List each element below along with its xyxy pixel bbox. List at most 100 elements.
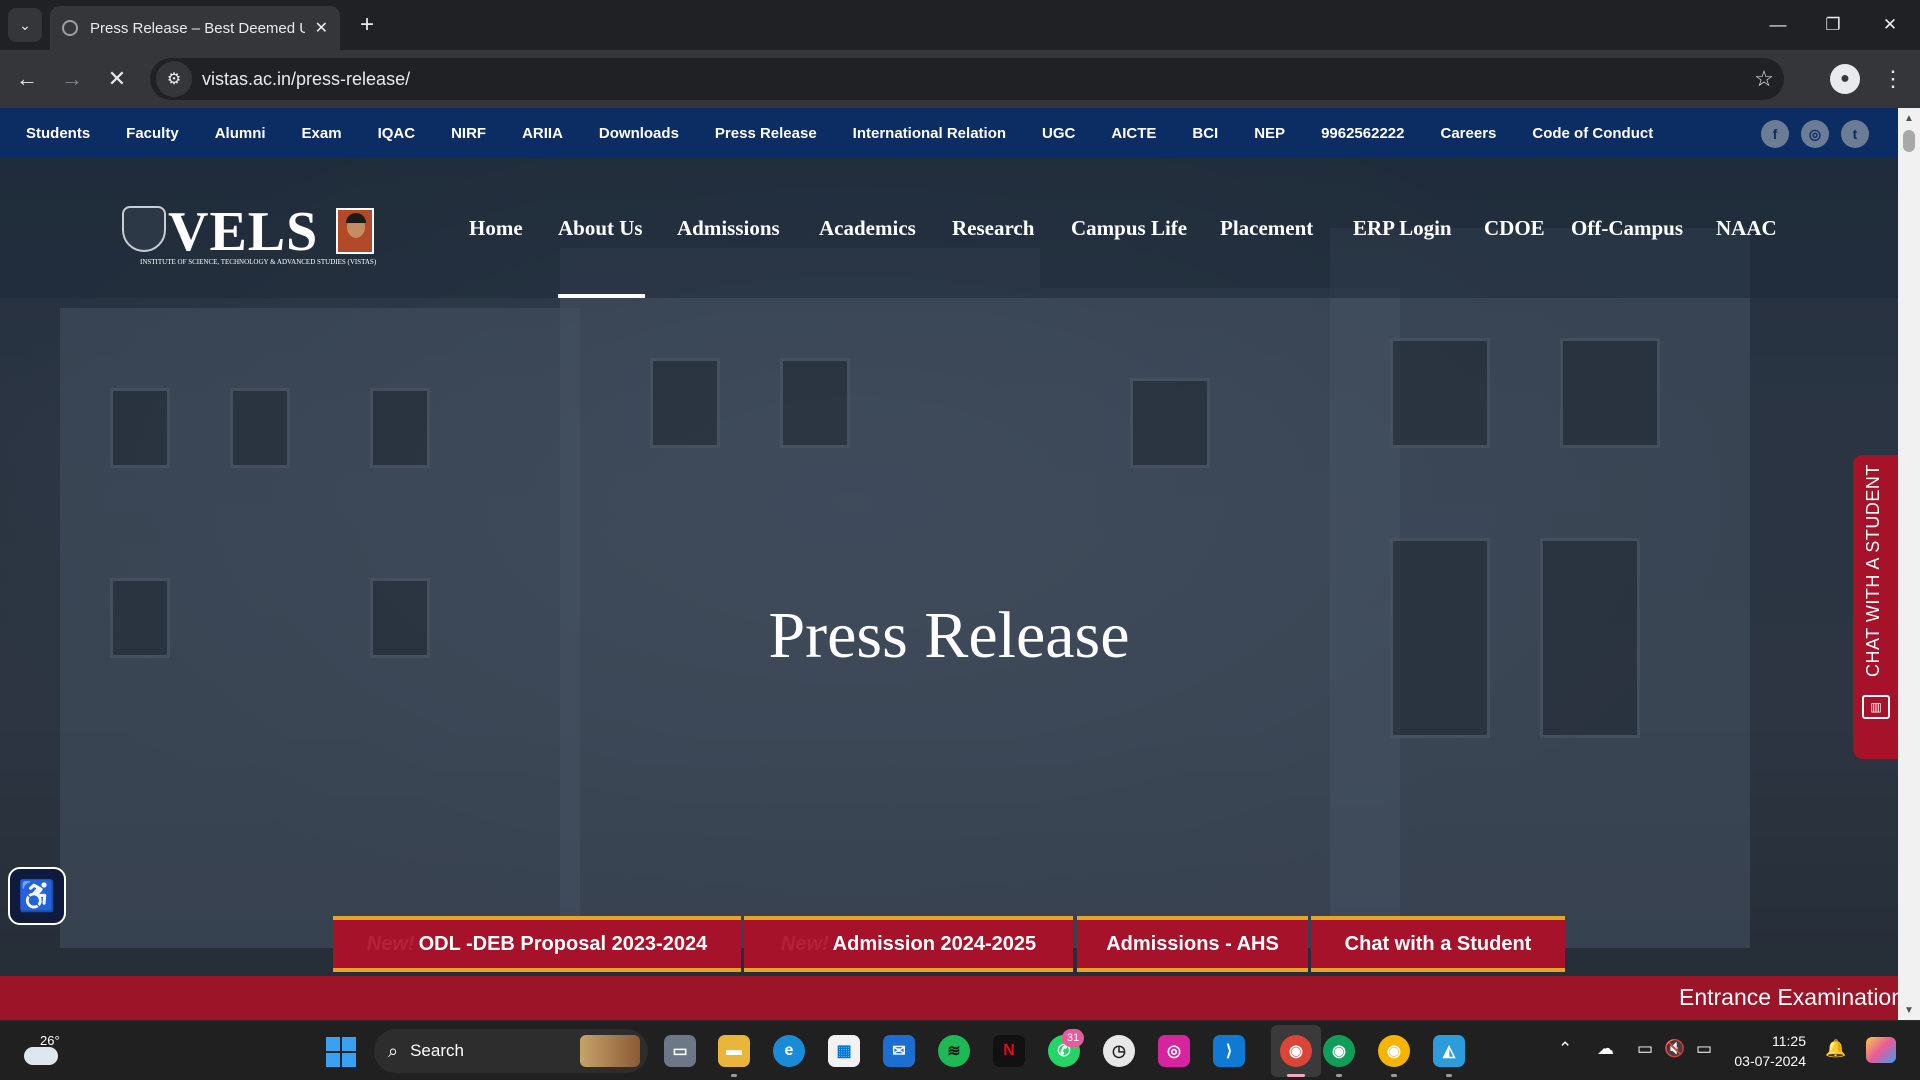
top-link-downloads[interactable]: Downloads xyxy=(599,125,679,142)
close-tab-icon[interactable]: ✕ xyxy=(315,18,328,38)
vscode-icon[interactable]: ⟩ xyxy=(1213,1035,1245,1067)
windows-start-icon[interactable] xyxy=(326,1037,356,1067)
clock-date: 03-07-2024 xyxy=(1734,1053,1806,1069)
page-scrollbar[interactable]: ▲ ▼ xyxy=(1898,108,1920,1020)
nav-off-campus[interactable]: Off-Campus xyxy=(1571,216,1683,241)
news-ticker: Entrance Examination xyxy=(0,976,1898,1020)
bookmark-star-icon[interactable]: ☆ xyxy=(1744,66,1784,92)
top-link-iqac[interactable]: IQAC xyxy=(378,125,416,142)
whatsapp-badge: 31 xyxy=(1062,1029,1084,1047)
chat-book-icon: ▥ xyxy=(1862,695,1890,719)
chevron-down-icon: ⌄ xyxy=(19,16,31,33)
chrome-profile-icon[interactable]: ◉ xyxy=(1323,1035,1355,1067)
task-view-icon[interactable]: ▭ xyxy=(664,1035,696,1067)
new-tab-button[interactable]: + xyxy=(352,10,382,40)
nav-placement[interactable]: Placement xyxy=(1220,216,1313,241)
url-text[interactable]: vistas.ac.in/press-release/ xyxy=(202,69,1744,90)
cta-label: Admission 2024-2025 xyxy=(832,932,1037,955)
scroll-up-icon[interactable]: ▲ xyxy=(1898,108,1920,128)
cta-label: Chat with a Student xyxy=(1344,932,1532,955)
copilot-icon[interactable] xyxy=(1866,1037,1896,1063)
netflix-icon[interactable]: N xyxy=(993,1035,1025,1067)
top-link-press-release[interactable]: Press Release xyxy=(715,125,817,142)
volume-muted-icon[interactable]: 🔇 xyxy=(1664,1039,1685,1059)
minimize-icon[interactable]: — xyxy=(1758,8,1798,42)
top-link-students[interactable]: Students xyxy=(26,125,90,142)
edge-icon[interactable]: e xyxy=(773,1035,805,1067)
scrollbar-thumb[interactable] xyxy=(1903,130,1915,152)
top-link-alumni[interactable]: Alumni xyxy=(215,125,266,142)
nav-about-us[interactable]: About Us xyxy=(558,216,643,241)
cta-odl-deb-proposal[interactable]: New! ODL -DEB Proposal 2023-2024 xyxy=(333,916,741,972)
top-link-nirf[interactable]: NIRF xyxy=(451,125,486,142)
forward-icon[interactable]: → xyxy=(55,62,89,96)
top-link-aicte[interactable]: AICTE xyxy=(1111,125,1156,142)
top-link-ariia[interactable]: ARIIA xyxy=(522,125,563,142)
twitter-icon[interactable]: t xyxy=(1841,120,1869,148)
browser-tab[interactable]: Press Release – Best Deemed U ✕ xyxy=(50,6,340,50)
spotify-icon[interactable]: ≋ xyxy=(938,1035,970,1067)
top-link-phone[interactable]: 9962562222 xyxy=(1321,125,1404,142)
utility-nav-bar: Students Faculty Alumni Exam IQAC NIRF A… xyxy=(0,108,1898,158)
chrome-icon[interactable]: ◉ xyxy=(1280,1035,1312,1067)
photos-icon[interactable]: ◭ xyxy=(1433,1035,1465,1067)
address-bar[interactable]: ⚙ vistas.ac.in/press-release/ ☆ xyxy=(150,58,1784,100)
cta-label: ODL -DEB Proposal 2023-2024 xyxy=(418,932,708,955)
top-link-ugc[interactable]: UGC xyxy=(1042,125,1075,142)
nav-research[interactable]: Research xyxy=(952,216,1034,241)
building-window xyxy=(110,388,170,468)
taskbar-search[interactable]: ⌕ Search xyxy=(374,1029,648,1073)
profile-icon[interactable]: ● xyxy=(1830,64,1860,94)
store-icon[interactable]: ▦ xyxy=(828,1035,860,1067)
weather-widget[interactable]: 26° xyxy=(24,1031,64,1071)
site-info-icon[interactable]: ⚙ xyxy=(156,61,192,97)
cta-admission-2024[interactable]: New! Admission 2024-2025 xyxy=(744,916,1073,972)
top-link-exam[interactable]: Exam xyxy=(302,125,342,142)
instagram-icon[interactable]: ◎ xyxy=(1158,1035,1190,1067)
top-link-bci[interactable]: BCI xyxy=(1192,125,1218,142)
vels-logo[interactable]: VELS INSTITUTE OF SCIENCE, TECHNOLOGY & … xyxy=(122,201,377,272)
nav-home[interactable]: Home xyxy=(469,216,523,241)
top-link-faculty[interactable]: Faculty xyxy=(126,125,179,142)
file-explorer-icon[interactable]: ▬ xyxy=(718,1035,750,1067)
ticker-text[interactable]: Entrance Examination xyxy=(1679,984,1898,1011)
system-clock[interactable]: 11:25 03-07-2024 xyxy=(1734,1031,1806,1071)
building-window xyxy=(1130,378,1210,468)
mail-icon[interactable]: ✉ xyxy=(883,1035,915,1067)
tray-chevron-icon[interactable]: ⌃ xyxy=(1558,1039,1572,1059)
cta-admissions-ahs[interactable]: Admissions - AHS xyxy=(1077,916,1308,972)
display-icon[interactable]: ▭ xyxy=(1637,1039,1653,1059)
weather-temp: 26° xyxy=(40,1033,60,1048)
top-link-nep[interactable]: NEP xyxy=(1254,125,1285,142)
top-link-code-of-conduct[interactable]: Code of Conduct xyxy=(1532,125,1653,142)
window-close-icon[interactable]: ✕ xyxy=(1870,8,1910,42)
scroll-down-icon[interactable]: ▼ xyxy=(1898,1000,1920,1020)
nav-erp-login[interactable]: ERP Login xyxy=(1353,216,1452,241)
building-window xyxy=(230,388,290,468)
clock-time: 11:25 xyxy=(1772,1033,1806,1049)
tab-list-button[interactable]: ⌄ xyxy=(8,8,42,42)
accessibility-icon[interactable]: ♿ xyxy=(8,867,66,925)
facebook-icon[interactable]: f xyxy=(1761,120,1789,148)
onedrive-icon[interactable]: ☁ xyxy=(1597,1039,1614,1059)
top-link-international-relation[interactable]: International Relation xyxy=(853,125,1006,142)
nav-academics[interactable]: Academics xyxy=(819,216,916,241)
instagram-icon[interactable]: ◎ xyxy=(1801,120,1829,148)
chat-with-student-tab[interactable]: CHAT WITH A STUDENT ▥ xyxy=(1853,455,1898,759)
restore-icon[interactable]: ❐ xyxy=(1813,8,1853,42)
nav-cdoe[interactable]: CDOE xyxy=(1484,216,1545,241)
chrome-profile-2-icon[interactable]: ◉ xyxy=(1378,1035,1410,1067)
stop-loading-icon[interactable]: ✕ xyxy=(100,62,134,96)
cta-label: Admissions - AHS xyxy=(1106,932,1279,955)
battery-icon[interactable]: ▭ xyxy=(1696,1039,1712,1059)
clock-icon[interactable]: ◷ xyxy=(1103,1035,1135,1067)
cta-chat-with-student[interactable]: Chat with a Student xyxy=(1311,916,1565,972)
notification-bell-icon[interactable]: 🔔 xyxy=(1825,1039,1846,1059)
logo-subtitle: INSTITUTE OF SCIENCE, TECHNOLOGY & ADVAN… xyxy=(140,258,377,266)
top-link-careers[interactable]: Careers xyxy=(1441,125,1497,142)
nav-naac[interactable]: NAAC xyxy=(1716,216,1777,241)
nav-campus-life[interactable]: Campus Life xyxy=(1071,216,1187,241)
back-icon[interactable]: ← xyxy=(10,62,44,96)
nav-admissions[interactable]: Admissions xyxy=(677,216,780,241)
browser-menu-icon[interactable]: ⋮ xyxy=(1878,62,1908,96)
